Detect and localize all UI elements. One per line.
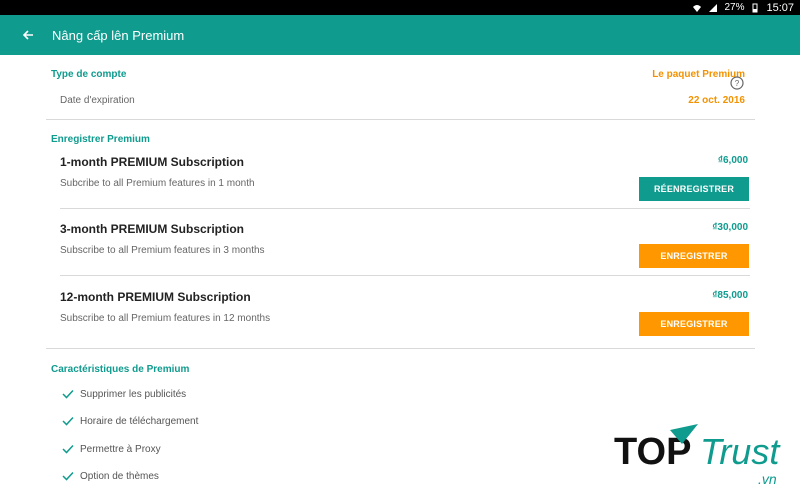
plan-title-1month: 1-month PREMIUM Subscription [60, 155, 244, 169]
plan-price-12month: ₫85,000 [712, 290, 748, 301]
battery-percent: 27% [724, 2, 745, 13]
feature-label: Option de thèmes [80, 470, 159, 482]
check-icon [62, 389, 74, 399]
page-title: Nâng cấp lên Premium [52, 27, 185, 43]
divider [60, 208, 750, 209]
feature-label: Horaire de téléchargement [80, 415, 199, 427]
expiry-label: Date d'expiration [60, 95, 135, 106]
status-bar: 27% 15:07 [0, 0, 800, 15]
toptrust-logo: TOP Trust .vn [614, 424, 781, 487]
account-type-label: Type de compte [51, 69, 127, 80]
expiry-value: 22 oct. 2016 [688, 95, 745, 106]
divider [60, 275, 750, 276]
renew-button-1month[interactable]: RÉENREGISTRER [639, 177, 749, 201]
register-button-3month[interactable]: ENREGISTRER [639, 244, 749, 268]
feature-item: Option de thèmes [62, 470, 159, 482]
clock: 15:07 [766, 1, 794, 14]
plan-title-3month: 3-month PREMIUM Subscription [60, 222, 244, 236]
features-section-title: Caractéristiques de Premium [51, 364, 190, 375]
register-section-title: Enregistrer Premium [51, 134, 150, 145]
check-icon [62, 471, 74, 481]
check-icon [62, 416, 74, 426]
feature-label: Supprimer les publicités [80, 388, 187, 400]
signal-icon [709, 3, 718, 12]
logo-text-trust: Trust [700, 431, 781, 472]
feature-item: Horaire de téléchargement [62, 415, 198, 427]
register-button-12month[interactable]: ENREGISTRER [639, 312, 749, 336]
logo-text-vn: .vn [758, 471, 777, 487]
help-icon[interactable]: ? [730, 76, 744, 90]
arrow-left-icon [22, 30, 33, 40]
feature-item: Supprimer les publicités [62, 388, 186, 400]
plan-description-3month: Subscribe to all Premium features in 3 m… [60, 245, 265, 256]
app-bar: Nâng cấp lên Premium [0, 15, 800, 55]
check-icon [62, 444, 74, 454]
plan-description-1month: Subcribe to all Premium features in 1 mo… [60, 178, 255, 189]
plan-description-12month: Subscribe to all Premium features in 12 … [60, 313, 271, 324]
plan-title-12month: 12-month PREMIUM Subscription [60, 290, 251, 304]
battery-icon [752, 3, 758, 12]
divider [46, 119, 755, 120]
feature-item: Permettre à Proxy [62, 443, 161, 455]
svg-text:?: ? [735, 79, 740, 88]
plan-price-3month: ₫30,000 [712, 222, 748, 233]
divider [46, 348, 755, 349]
plan-price-1month: ₫6,000 [717, 155, 748, 166]
feature-label: Permettre à Proxy [80, 443, 161, 455]
back-button[interactable] [20, 27, 36, 43]
wifi-icon [693, 4, 702, 12]
